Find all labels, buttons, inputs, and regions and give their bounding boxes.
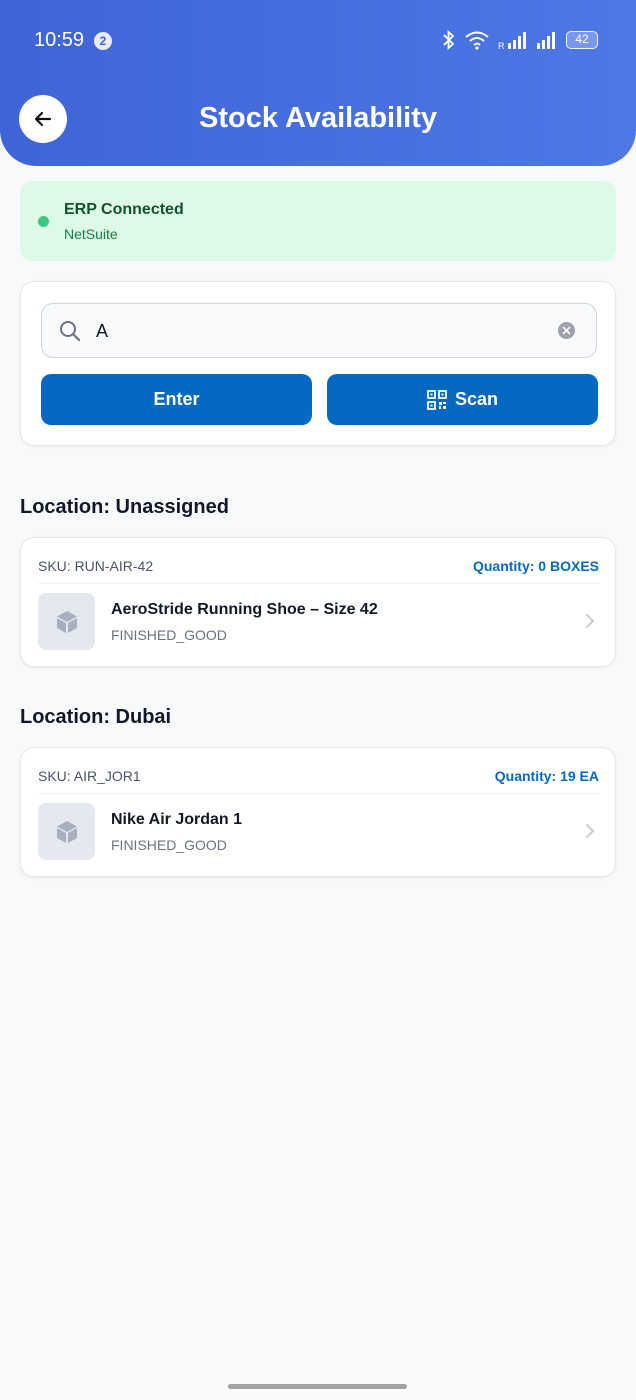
divider	[38, 583, 600, 584]
item-quantity: Quantity: 19 EA	[494, 768, 599, 784]
divider	[38, 793, 600, 794]
battery-icon: 42	[566, 31, 598, 49]
status-time: 10:59	[34, 29, 85, 51]
erp-status-card: ERP Connected NetSuite	[20, 181, 616, 261]
bluetooth-icon	[443, 30, 455, 50]
box-icon	[56, 610, 77, 633]
status-bar: 10:59 2 R 42	[0, 0, 636, 82]
location-heading: Location: Unassigned	[20, 496, 229, 518]
erp-system-name: NetSuite	[64, 226, 118, 242]
item-thumbnail	[38, 593, 95, 650]
scan-button[interactable]: Scan	[327, 374, 598, 425]
qr-code-icon	[427, 389, 447, 410]
box-icon	[56, 820, 77, 843]
page-title: Stock Availability	[199, 102, 437, 134]
chevron-right-icon	[586, 614, 595, 628]
signal-icon	[537, 32, 555, 49]
item-name: AeroStride Running Shoe – Size 42	[111, 601, 378, 618]
home-indicator[interactable]	[228, 1384, 407, 1389]
erp-status-title: ERP Connected	[64, 201, 184, 218]
enter-button-label: Enter	[153, 389, 200, 409]
search-field[interactable]	[41, 303, 597, 358]
item-quantity: Quantity: 0 BOXES	[472, 558, 599, 574]
search-icon	[60, 321, 81, 342]
item-name: Nike Air Jordan 1	[111, 811, 243, 828]
signal-icon: R	[498, 32, 526, 50]
stock-item-card[interactable]: SKU: RUN-AIR-42 Quantity: 0 BOXES AeroSt…	[20, 537, 616, 667]
enter-button[interactable]: Enter	[41, 374, 312, 425]
item-sku: SKU: RUN-AIR-42	[38, 558, 154, 574]
search-input[interactable]	[96, 316, 536, 346]
item-thumbnail	[38, 803, 95, 860]
svg-text:R: R	[498, 41, 505, 50]
wifi-icon	[465, 31, 489, 50]
scan-button-label: Scan	[454, 389, 499, 409]
chevron-right-icon	[586, 824, 595, 838]
notification-badge: 2	[94, 32, 112, 50]
status-icons: R 42	[442, 30, 598, 50]
search-card: Enter Scan	[20, 281, 616, 446]
status-dot	[38, 216, 49, 227]
item-type: FINISHED_GOOD	[111, 837, 227, 853]
stock-item-card[interactable]: SKU: AIR_JOR1 Quantity: 19 EA Nike Air J…	[20, 747, 616, 877]
location-heading: Location: Dubai	[20, 706, 172, 728]
item-sku: SKU: AIR_JOR1	[38, 768, 141, 784]
item-type: FINISHED_GOOD	[111, 627, 227, 643]
clear-icon[interactable]	[558, 322, 575, 339]
app-header: 10:59 2 R 42 Stock Availability	[0, 0, 636, 166]
